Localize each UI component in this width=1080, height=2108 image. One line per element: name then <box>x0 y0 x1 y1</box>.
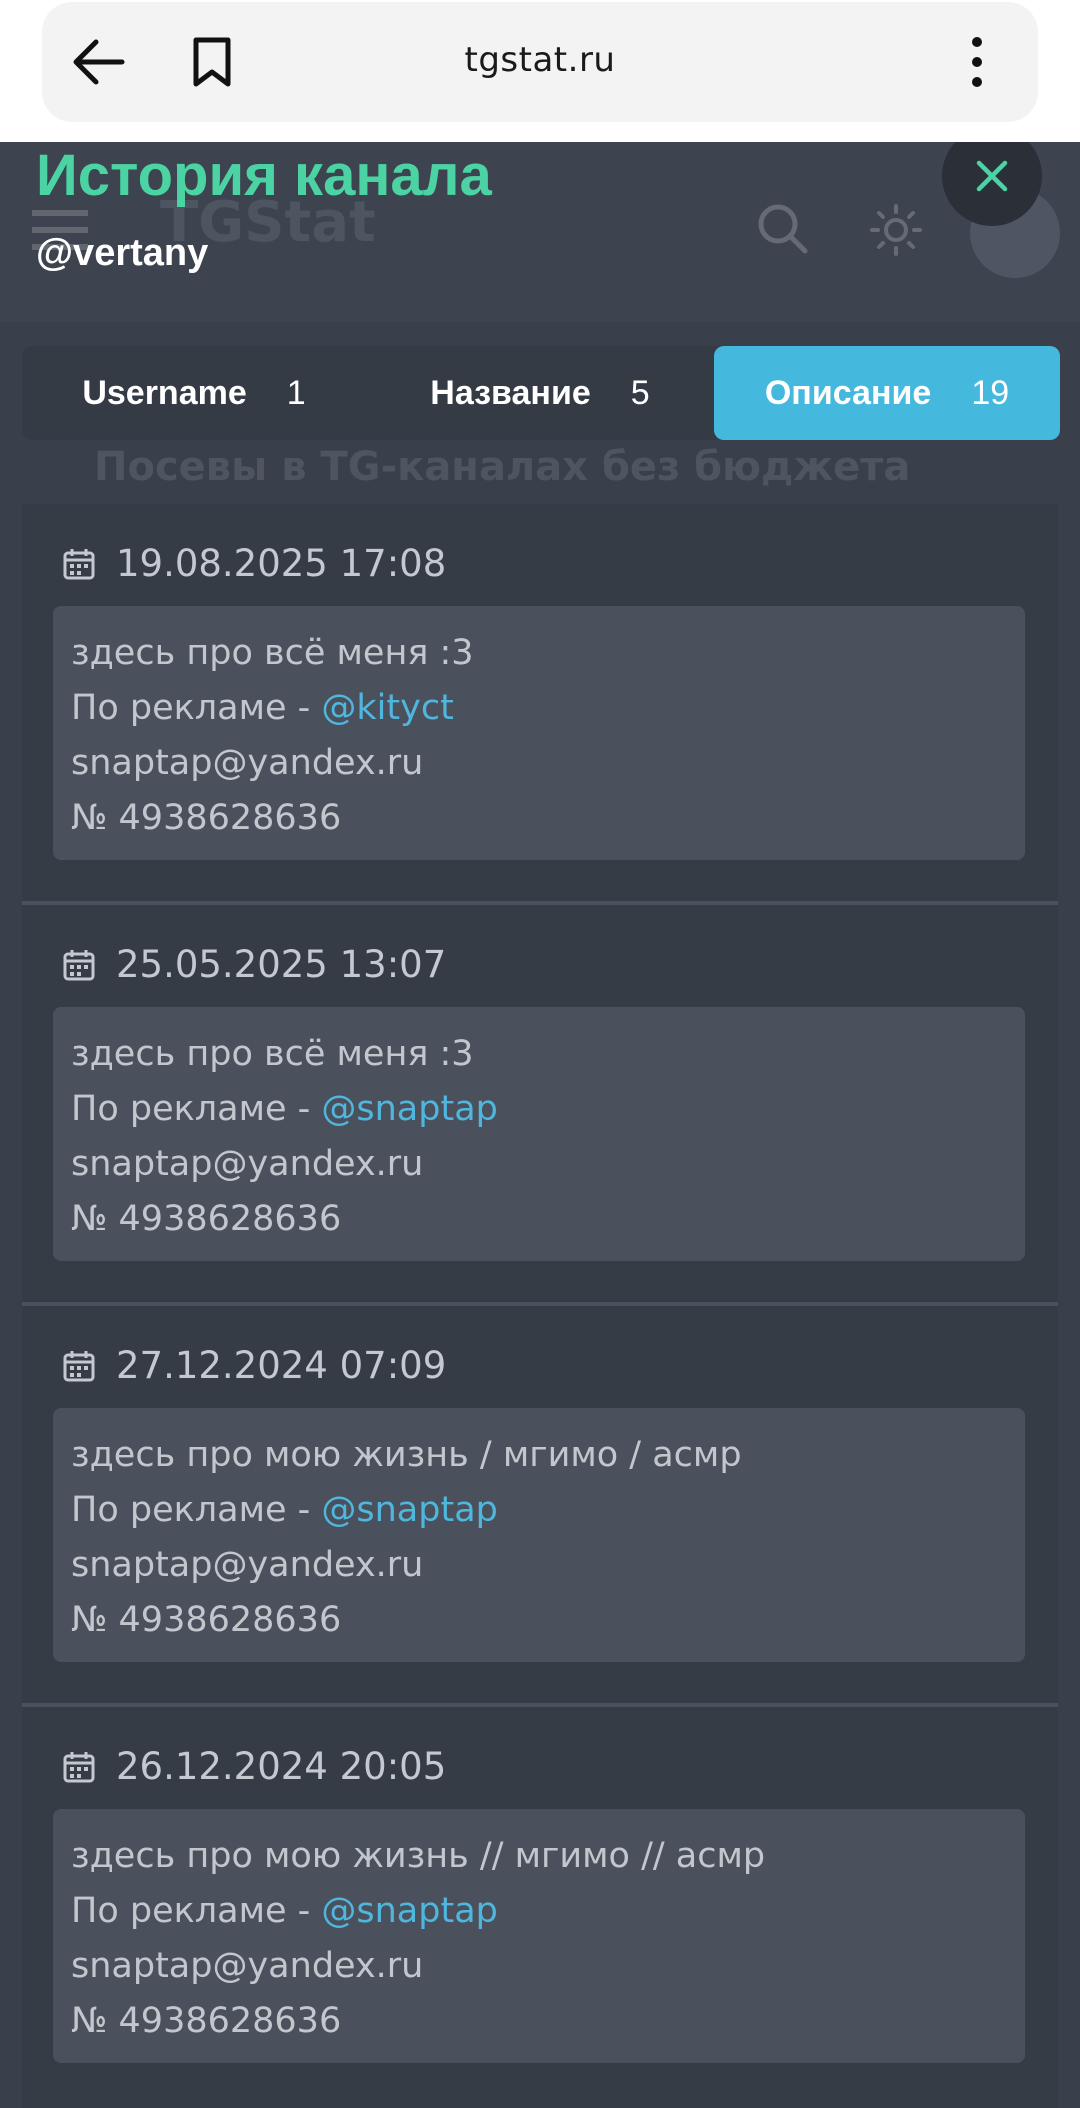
tab-count: 1 <box>286 373 306 412</box>
history-entry: 25.05.2025 13:07 здесь про всё меня :3 П… <box>22 905 1058 1306</box>
calendar-icon <box>63 1751 95 1782</box>
calendar-icon <box>63 548 95 579</box>
entry-date-text: 25.05.2025 13:07 <box>116 943 447 986</box>
calendar-icon <box>63 1350 95 1381</box>
kebab-menu-icon <box>972 37 982 87</box>
entry-description: здесь про всё меня :3 По рекламе - @snap… <box>53 1007 1025 1261</box>
tab-label: Описание <box>764 373 932 412</box>
email-line: snaptap@yandex.ru <box>71 1545 424 1585</box>
browser-menu-button[interactable] <box>962 30 992 94</box>
entry-date-text: 26.12.2024 20:05 <box>116 1745 447 1788</box>
ad-contact-line: По рекламе - @kityct <box>71 681 1025 736</box>
email-line: snaptap@yandex.ru <box>71 1946 424 1986</box>
mention-link[interactable]: @snaptap <box>321 1089 497 1129</box>
history-entry: 27.12.2024 07:09 здесь про мою жизнь / м… <box>22 1306 1058 1707</box>
mention-link[interactable]: @snaptap <box>321 1891 497 1931</box>
channel-handle: @vertany <box>36 232 209 274</box>
entry-date: 25.05.2025 13:07 <box>62 943 446 986</box>
theme-toggle-icon <box>870 204 922 256</box>
entry-date: 19.08.2025 17:08 <box>62 542 446 585</box>
calendar-icon <box>63 949 95 980</box>
modal-title: История канала <box>36 143 492 208</box>
close-icon <box>976 160 1008 192</box>
history-entry: 19.08.2025 17:08 здесь про всё меня :3 П… <box>22 504 1058 905</box>
ad-contact-line: По рекламе - @snaptap <box>71 1483 1025 1538</box>
ad-prefix: По рекламе - <box>71 688 322 728</box>
history-tabs: Username 1 Название 5 Описание 19 <box>22 346 1060 440</box>
entry-date-text: 19.08.2025 17:08 <box>116 542 447 585</box>
history-list: 19.08.2025 17:08 здесь про всё меня :3 П… <box>22 504 1058 2108</box>
description-line: здесь про всё меня :3 <box>71 1034 474 1074</box>
ad-prefix: По рекламе - <box>71 1089 322 1129</box>
description-line: здесь про мою жизнь // мгимо // асмр <box>71 1836 766 1876</box>
entry-date: 27.12.2024 07:09 <box>62 1344 446 1387</box>
search-icon <box>758 204 808 254</box>
promo-banner: Посевы в TG-каналах без бюджета <box>94 444 911 490</box>
browser-toolbar: tgstat.ru <box>0 0 1080 142</box>
tab-description[interactable]: Описание 19 <box>714 346 1060 440</box>
number-line: № 4938628636 <box>71 1199 342 1239</box>
ad-prefix: По рекламе - <box>71 1490 322 1530</box>
tab-name[interactable]: Название 5 <box>366 346 714 440</box>
tab-label: Название <box>430 373 591 412</box>
description-line: здесь про всё меня :3 <box>71 633 474 673</box>
ad-contact-line: По рекламе - @snaptap <box>71 1082 1025 1137</box>
number-line: № 4938628636 <box>71 2001 342 2041</box>
tab-count: 19 <box>971 373 1010 412</box>
entry-date: 26.12.2024 20:05 <box>62 1745 446 1788</box>
tab-label: Username <box>82 373 247 412</box>
entry-date-text: 27.12.2024 07:09 <box>116 1344 447 1387</box>
entry-description: здесь про всё меня :3 По рекламе - @kity… <box>53 606 1025 860</box>
history-entry: 26.12.2024 20:05 здесь про мою жизнь // … <box>22 1707 1058 2108</box>
url-text[interactable]: tgstat.ru <box>0 40 1080 80</box>
mention-link[interactable]: @kityct <box>321 688 453 728</box>
ad-prefix: По рекламе - <box>71 1891 322 1931</box>
number-line: № 4938628636 <box>71 1600 342 1640</box>
ad-contact-line: По рекламе - @snaptap <box>71 1884 1025 1939</box>
entry-description: здесь про мою жизнь / мгимо / асмр По ре… <box>53 1408 1025 1662</box>
tab-username[interactable]: Username 1 <box>22 346 366 440</box>
email-line: snaptap@yandex.ru <box>71 743 424 783</box>
mention-link[interactable]: @snaptap <box>321 1490 497 1530</box>
description-line: здесь про мою жизнь / мгимо / асмр <box>71 1435 742 1475</box>
email-line: snaptap@yandex.ru <box>71 1144 424 1184</box>
tab-count: 5 <box>630 373 650 412</box>
entry-description: здесь про мою жизнь // мгимо // асмр По … <box>53 1809 1025 2063</box>
number-line: № 4938628636 <box>71 798 342 838</box>
